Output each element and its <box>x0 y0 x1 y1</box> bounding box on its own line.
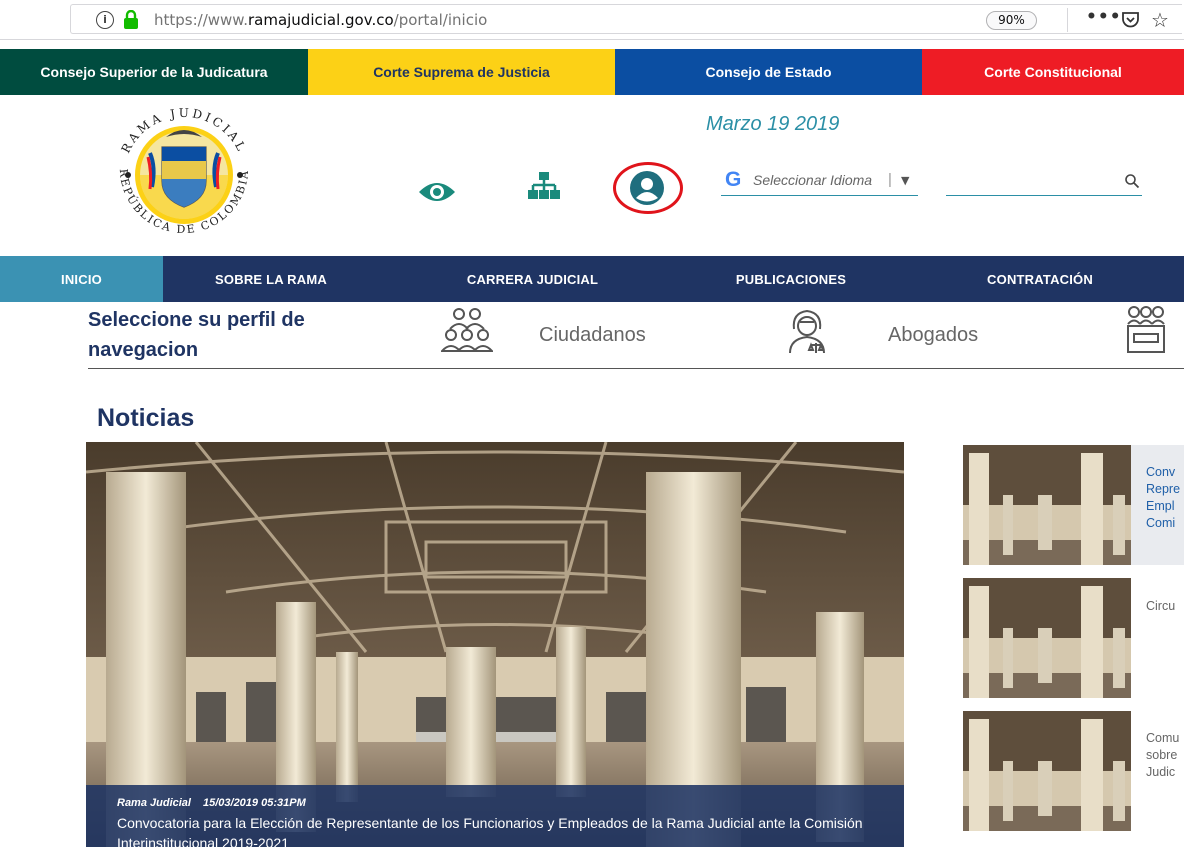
url-text[interactable]: https://www.ramajudicial.gov.co/portal/i… <box>154 11 487 29</box>
language-separator: | <box>888 171 892 188</box>
court-link-consejo-estado[interactable]: Consejo de Estado <box>615 49 922 95</box>
profile-divider <box>88 368 1184 369</box>
side-news-text[interactable]: Comu sobre Judic <box>1146 730 1184 781</box>
pocket-icon[interactable] <box>1121 11 1140 29</box>
language-selector[interactable]: G Seleccionar Idioma | ▼ <box>721 168 918 196</box>
side-news-text[interactable]: Circu <box>1146 598 1184 615</box>
featured-news-card[interactable]: Rama Judicial 15/03/2019 05:31PM Convocat… <box>86 442 904 847</box>
rama-judicial-logo[interactable]: RAMA JUDICIAL REPÚBLICA DE COLOMBIA <box>106 107 262 243</box>
language-label: Seleccionar Idioma <box>753 172 873 188</box>
sitemap-icon[interactable] <box>528 172 560 202</box>
caret-down-icon[interactable]: ▼ <box>901 174 909 187</box>
profile-title: Seleccione su perfil de navegacion <box>88 309 305 361</box>
search-input[interactable] <box>946 168 1142 196</box>
eye-icon[interactable] <box>418 179 456 205</box>
profile-option-abogados[interactable]: Abogados <box>888 324 978 347</box>
profile-option-ciudadanos[interactable]: Ciudadanos <box>539 324 646 347</box>
nav-item-inicio[interactable]: INICIO <box>0 256 163 302</box>
nav-item-carrera-judicial[interactable]: CARRERA JUDICIAL <box>379 256 686 302</box>
highlight-circle <box>613 162 683 214</box>
court-link-corte-constitucional[interactable]: Corte Constitucional <box>922 49 1184 95</box>
search-icon[interactable] <box>1124 173 1140 189</box>
side-news-item[interactable]: Circu <box>963 578 1184 698</box>
news-section-title: Noticias <box>97 404 195 432</box>
news-datetime: 15/03/2019 05:31PM <box>202 797 306 809</box>
side-news-text[interactable]: Conv Repre Empl Comi <box>1146 464 1184 532</box>
court-link-consejo-superior[interactable]: Consejo Superior de la Judicatura <box>0 49 308 95</box>
google-g-icon: G <box>725 168 742 191</box>
side-news-thumbnail <box>963 711 1131 831</box>
side-news-item[interactable]: Comu sobre Judic <box>963 711 1184 831</box>
court-link-corte-suprema[interactable]: Corte Suprema de Justicia <box>308 49 615 95</box>
page-actions-icon[interactable]: ••• <box>1086 7 1122 27</box>
lock-icon[interactable] <box>123 10 139 30</box>
current-date: Marzo 19 2019 <box>706 113 840 135</box>
side-news-thumbnail <box>963 578 1131 698</box>
address-bar[interactable]: i https://www.ramajudicial.gov.co/portal… <box>70 4 1182 34</box>
lawyer-icon[interactable] <box>786 309 828 355</box>
info-icon[interactable]: i <box>96 11 114 29</box>
main-nav: INICIO SOBRE LA RAMA CARRERA JUDICIAL PU… <box>0 256 1184 302</box>
featured-news-headline[interactable]: Convocatoria para la Elección de Represe… <box>117 813 904 847</box>
courts-bar: Consejo Superior de la Judicatura Corte … <box>0 49 1184 95</box>
featured-news-meta: Rama Judicial 15/03/2019 05:31PM <box>117 797 318 809</box>
toolbar-separator <box>1067 8 1068 32</box>
bookmark-star-icon[interactable]: ☆ <box>1151 8 1169 32</box>
nav-item-sobre-la-rama[interactable]: SOBRE LA RAMA <box>163 256 379 302</box>
browser-toolbar: i https://www.ramajudicial.gov.co/portal… <box>0 0 1184 40</box>
zoom-level-badge[interactable]: 90% <box>986 11 1037 30</box>
nav-item-publicaciones[interactable]: PUBLICACIONES <box>686 256 896 302</box>
citizens-icon[interactable] <box>441 307 493 357</box>
officials-icon[interactable] <box>1126 306 1184 356</box>
news-author: Rama Judicial <box>117 797 191 809</box>
side-news-thumbnail <box>963 445 1131 565</box>
featured-news-caption[interactable]: Rama Judicial 15/03/2019 05:31PM Convocat… <box>86 785 904 847</box>
nav-item-contratacion[interactable]: CONTRATACIÓN <box>896 256 1184 302</box>
side-news-item[interactable]: Conv Repre Empl Comi <box>963 445 1184 565</box>
